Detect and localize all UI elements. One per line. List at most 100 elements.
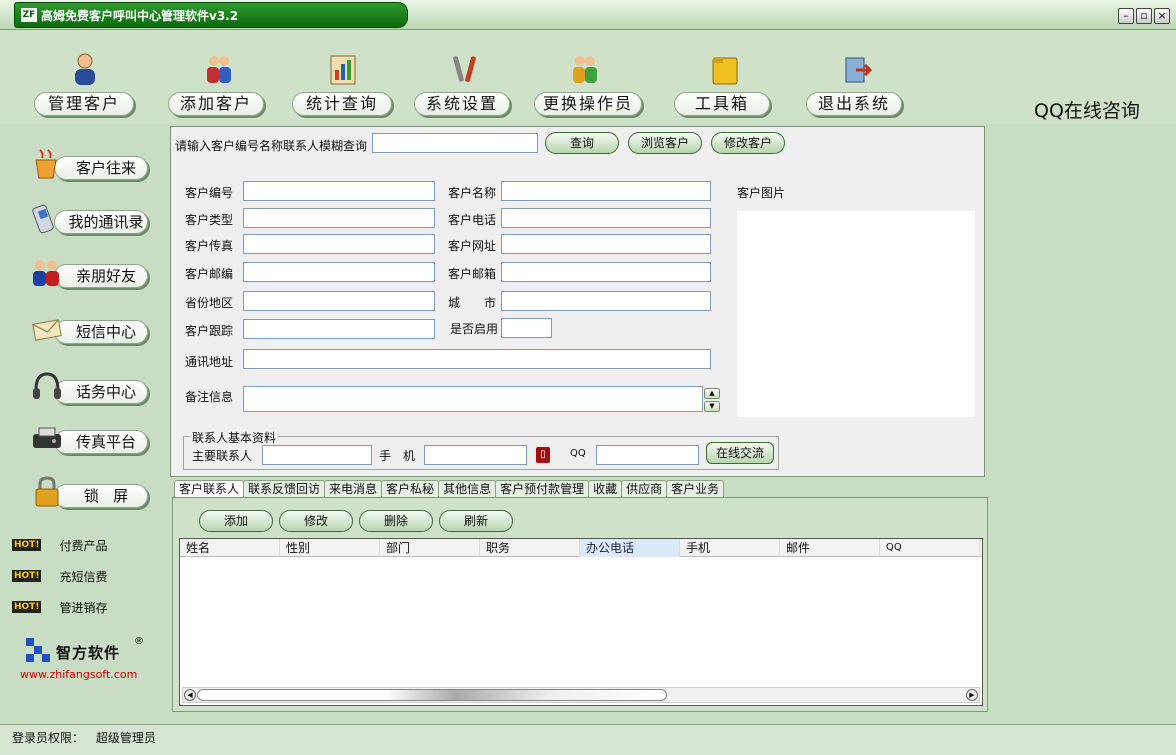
- main-contact-field[interactable]: [262, 445, 372, 465]
- customer-email-field[interactable]: [501, 262, 711, 282]
- company-name: 智方软件: [56, 644, 121, 662]
- column-header[interactable]: 性别: [280, 539, 380, 557]
- tab-customer-contacts[interactable]: 客户联系人: [174, 480, 245, 498]
- remarks-field[interactable]: [243, 386, 703, 412]
- hot-item-paid-products[interactable]: HOT! 付费产品: [12, 536, 107, 554]
- contact-basic-info-group: 联系人基本资料 主要联系人 手 机 ▯ QQ 在线交流: [183, 429, 779, 470]
- search-label: 请输入客户编号名称联系人模糊查询: [175, 139, 368, 153]
- column-header[interactable]: QQ: [880, 539, 980, 557]
- sidebar-item-fax-platform[interactable]: 传真平台: [30, 420, 154, 460]
- company-logo-icon: [26, 638, 50, 662]
- switch-operator-icon: [573, 56, 597, 83]
- column-header[interactable]: 职务: [480, 539, 580, 557]
- sidebar-item-lock-screen[interactable]: 锁 屏: [30, 474, 154, 514]
- tab-favorites[interactable]: 收藏: [588, 480, 623, 498]
- add-contact-button[interactable]: 添加: [199, 510, 273, 532]
- sidebar-item-label: 传真平台: [54, 430, 148, 454]
- customer-website-field[interactable]: [501, 234, 711, 254]
- toolbar-add-customer-button[interactable]: 添加客户: [168, 48, 268, 120]
- sidebar-item-address-book[interactable]: 我的通讯录: [30, 200, 154, 240]
- toolbar-exit-button[interactable]: 退出系统: [806, 48, 906, 120]
- customer-zip-field[interactable]: [243, 262, 435, 282]
- mobile-field[interactable]: [424, 445, 527, 465]
- toolbar-manage-customers-button[interactable]: 管理客户: [34, 48, 134, 120]
- scrollbar-thumb[interactable]: [197, 689, 667, 701]
- city-label: 城 市: [448, 296, 497, 310]
- customer-fax-label: 客户传真: [185, 239, 234, 253]
- fax-icon: [33, 427, 61, 448]
- tab-suppliers[interactable]: 供应商: [621, 480, 668, 498]
- toolbar-system-settings-button[interactable]: 系统设置: [414, 48, 514, 120]
- sidebar-item-customer-contacts[interactable]: 客户往来: [30, 146, 154, 186]
- enabled-field[interactable]: [501, 318, 552, 338]
- toolbar-change-operator-button[interactable]: 更换操作员: [534, 48, 642, 120]
- online-chat-button[interactable]: 在线交流: [706, 442, 774, 464]
- restore-icon[interactable]: ▫: [1136, 8, 1152, 24]
- edit-contact-button[interactable]: 修改: [279, 510, 353, 532]
- toolbar-label: 系统设置: [414, 92, 510, 116]
- hot-item-sms-recharge[interactable]: HOT! 充短信费: [12, 567, 107, 585]
- scroll-left-icon[interactable]: ◀: [184, 689, 196, 701]
- spin-down-icon[interactable]: ▼: [704, 401, 720, 412]
- close-icon[interactable]: ×: [1154, 8, 1170, 24]
- address-label: 通讯地址: [185, 355, 234, 369]
- tab-content: 添加 修改 删除 刷新 姓名 性别 部门 职务 办公电话 手机 邮件 QQ ◀ …: [172, 497, 988, 712]
- toolbar-label: 管理客户: [34, 92, 134, 116]
- tab-other-info[interactable]: 其他信息: [438, 480, 497, 498]
- delete-contact-button[interactable]: 删除: [359, 510, 433, 532]
- qq-online-link[interactable]: QQ在线咨询: [1034, 96, 1140, 123]
- sidebar-item-friends[interactable]: 亲朋好友: [30, 254, 154, 294]
- window-title: 高姆免费客户呼叫中心管理软件v3.2: [41, 8, 239, 23]
- column-header[interactable]: 手机: [680, 539, 780, 557]
- hot-badge: HOT!: [12, 570, 42, 582]
- query-button[interactable]: 查询: [545, 132, 619, 154]
- contact-group-legend: 联系人基本资料: [190, 429, 279, 446]
- scroll-right-icon[interactable]: ▶: [966, 689, 978, 701]
- browse-customers-button[interactable]: 浏览客户: [628, 132, 702, 154]
- sidebar-item-label: 锁 屏: [54, 484, 148, 508]
- mobile-phone-icon[interactable]: ▯: [536, 447, 550, 463]
- customer-no-field[interactable]: [243, 181, 435, 201]
- city-field[interactable]: [501, 291, 711, 311]
- follow-up-field[interactable]: [243, 319, 435, 339]
- tab-customer-private[interactable]: 客户私秘: [381, 480, 440, 498]
- sidebar-item-label: 话务中心: [54, 380, 148, 404]
- qq-field[interactable]: [596, 445, 699, 465]
- customer-phone-field[interactable]: [501, 208, 711, 228]
- hot-item-label: 付费产品: [59, 538, 108, 553]
- sidebar-item-call-center[interactable]: 话务中心: [30, 370, 154, 410]
- remarks-spinner[interactable]: ▲ ▼: [704, 388, 720, 412]
- hot-item-inventory[interactable]: HOT! 管进销存: [12, 598, 107, 616]
- province-field[interactable]: [243, 291, 435, 311]
- address-field[interactable]: [243, 349, 711, 369]
- refresh-button[interactable]: 刷新: [439, 510, 513, 532]
- registered-mark: ®: [134, 636, 144, 647]
- minimize-icon[interactable]: –: [1118, 8, 1134, 24]
- search-input[interactable]: [372, 133, 538, 153]
- address-book-icon: [32, 204, 54, 234]
- company-logo[interactable]: 智方软件 ® www.zhifangsoft.com: [20, 636, 150, 690]
- customer-type-field[interactable]: [243, 208, 435, 228]
- tab-prepayment[interactable]: 客户预付款管理: [495, 480, 590, 498]
- tab-customer-business[interactable]: 客户业务: [666, 480, 725, 498]
- toolbar-statistics-button[interactable]: 统计查询: [292, 48, 392, 120]
- toolbar-toolbox-button[interactable]: 工具箱: [674, 48, 774, 120]
- tools-settings-icon: [453, 56, 476, 82]
- add-customers-icon: [207, 56, 231, 83]
- column-header[interactable]: 姓名: [180, 539, 280, 557]
- status-permission-value: 超级管理员: [95, 731, 156, 745]
- contacts-grid[interactable]: 姓名 性别 部门 职务 办公电话 手机 邮件 QQ ◀ ▶: [179, 538, 983, 706]
- window-controls: – ▫ ×: [1118, 8, 1170, 24]
- sidebar-item-sms-center[interactable]: 短信中心: [30, 310, 154, 350]
- customer-name-field[interactable]: [501, 181, 711, 201]
- edit-customer-button[interactable]: 修改客户: [711, 132, 785, 154]
- spin-up-icon[interactable]: ▲: [704, 388, 720, 399]
- column-header[interactable]: 办公电话: [580, 539, 680, 557]
- customer-fax-field[interactable]: [243, 234, 435, 254]
- tab-incoming-calls[interactable]: 来电消息: [324, 480, 383, 498]
- column-header[interactable]: 部门: [380, 539, 480, 557]
- customer-photo-box[interactable]: [737, 211, 975, 417]
- horizontal-scrollbar[interactable]: ◀ ▶: [182, 687, 980, 703]
- column-header[interactable]: 邮件: [780, 539, 880, 557]
- tab-feedback-visits[interactable]: 联系反馈回访: [243, 480, 326, 498]
